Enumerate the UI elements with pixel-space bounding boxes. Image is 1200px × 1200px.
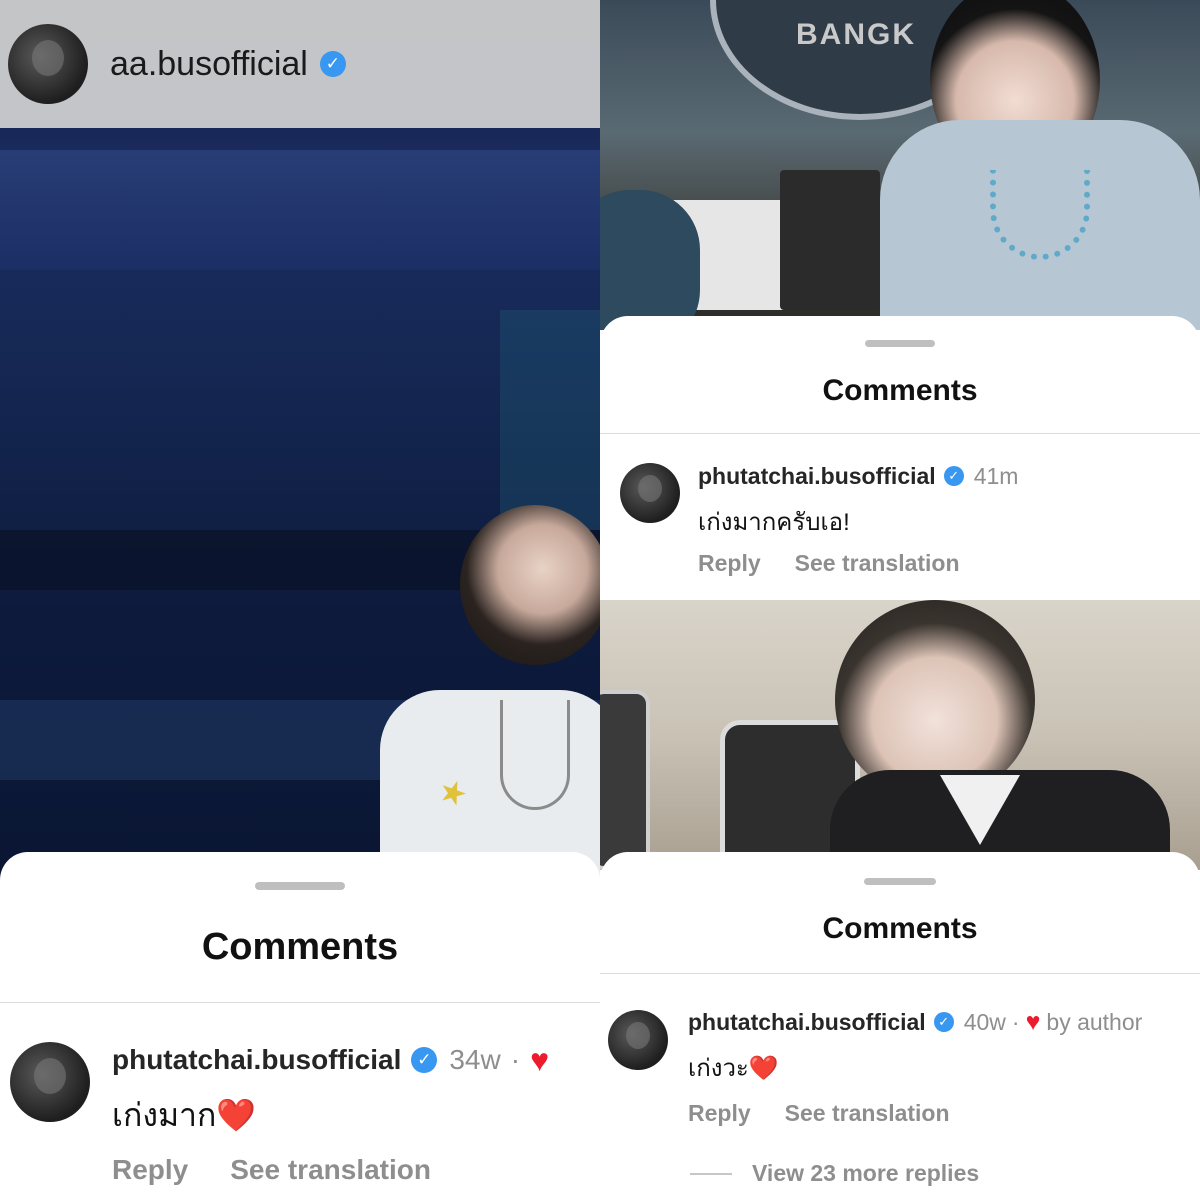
screen-light bbox=[500, 310, 600, 530]
machine-screen bbox=[780, 170, 880, 310]
post-photo: BANGK bbox=[600, 0, 1200, 330]
sheet-title: Comments bbox=[201, 926, 399, 968]
right-bottom-screenshot: Comments phutatchai.busofficial ✓ 40w · … bbox=[600, 600, 1200, 1200]
comment-actions: Reply See translation bbox=[688, 1100, 950, 1127]
verified-badge-icon: ✓ bbox=[943, 466, 964, 486]
comment-avatar[interactable] bbox=[608, 1010, 668, 1070]
sheet-title: Comments bbox=[822, 374, 978, 407]
comment-text: เก่งมากครับเอ! bbox=[698, 509, 850, 536]
verified-badge-icon: ✓ bbox=[319, 51, 346, 77]
comment-text: เก่งวะ❤️ bbox=[688, 1055, 779, 1082]
replies-line bbox=[690, 1173, 732, 1175]
verified-badge-icon: ✓ bbox=[933, 1012, 954, 1032]
sheet-divider bbox=[0, 1002, 600, 1003]
comment-time: 41m bbox=[973, 462, 1019, 489]
separator-dot: · bbox=[510, 1044, 521, 1075]
comment-actions: Reply See translation bbox=[112, 1154, 431, 1186]
post-header: aa.busofficial ✓ bbox=[0, 0, 600, 128]
reply-button[interactable]: Reply bbox=[698, 550, 761, 577]
post-username[interactable]: aa.busofficial bbox=[110, 45, 308, 84]
comment-avatar[interactable] bbox=[10, 1042, 90, 1122]
comment-username[interactable]: phutatchai.busofficial bbox=[688, 1009, 926, 1036]
comment-time: 40w bbox=[963, 1008, 1006, 1035]
comments-sheet: Comments phutatchai.busofficial ✓ 34w · … bbox=[0, 852, 600, 1200]
comment-meta: phutatchai.busofficial ✓ 40w · ♥ by auth… bbox=[688, 1006, 1142, 1038]
comment-username[interactable]: phutatchai.busofficial bbox=[112, 1044, 401, 1076]
comment-meta: phutatchai.busofficial ✓ 41m bbox=[698, 460, 1018, 492]
post-photo bbox=[600, 600, 1200, 870]
see-translation-button[interactable]: See translation bbox=[230, 1154, 431, 1186]
separator-dot: · bbox=[1011, 1008, 1020, 1035]
comment-meta: phutatchai.busofficial ✓ 34w · ♥ bbox=[112, 1040, 549, 1080]
avatar[interactable] bbox=[8, 24, 88, 104]
person-head bbox=[460, 505, 600, 665]
sheet-divider bbox=[600, 433, 1200, 434]
comment-actions: Reply See translation bbox=[698, 550, 960, 577]
sheet-title: Comments bbox=[822, 912, 978, 945]
comment-time: 34w bbox=[449, 1044, 501, 1075]
comments-sheet: Comments phutatchai.busofficial ✓ 41m เก… bbox=[600, 316, 1200, 600]
comment-text: เก่งมาก❤️ bbox=[112, 1097, 257, 1133]
comment-avatar[interactable] bbox=[620, 463, 680, 523]
heart-icon: ♥ bbox=[1025, 1007, 1041, 1036]
heart-icon[interactable]: ♥ bbox=[530, 1042, 549, 1079]
sheet-divider bbox=[600, 973, 1200, 974]
comments-sheet: Comments phutatchai.busofficial ✓ 40w · … bbox=[600, 852, 1200, 1200]
see-translation-button[interactable]: See translation bbox=[795, 550, 960, 577]
comment-username[interactable]: phutatchai.busofficial bbox=[698, 463, 936, 490]
left-screenshot: aa.busofficial ✓ Comments phutatchai.bus… bbox=[0, 0, 600, 1200]
heart-emoji: ❤️ bbox=[216, 1097, 257, 1133]
right-top-screenshot: BANGK Comments phutatchai.busofficial ✓ … bbox=[600, 0, 1200, 600]
screen-band bbox=[0, 150, 600, 270]
heart-emoji: ❤️ bbox=[748, 1055, 779, 1082]
verified-badge-icon: ✓ bbox=[411, 1047, 438, 1073]
seat-left bbox=[600, 690, 650, 870]
sheet-handle[interactable] bbox=[864, 878, 936, 885]
liked-by-author: by author bbox=[1046, 1008, 1143, 1035]
reply-button[interactable]: Reply bbox=[688, 1100, 751, 1127]
reply-button[interactable]: Reply bbox=[112, 1154, 188, 1186]
person-shoulder bbox=[600, 190, 700, 330]
view-more-replies-button[interactable]: View 23 more replies bbox=[752, 1160, 979, 1187]
sheet-handle[interactable] bbox=[255, 882, 345, 890]
see-translation-button[interactable]: See translation bbox=[785, 1100, 950, 1127]
sheet-handle[interactable] bbox=[865, 340, 935, 347]
sign-text: BANGK bbox=[796, 18, 916, 51]
necklace bbox=[500, 700, 570, 810]
post-photo bbox=[0, 0, 600, 880]
